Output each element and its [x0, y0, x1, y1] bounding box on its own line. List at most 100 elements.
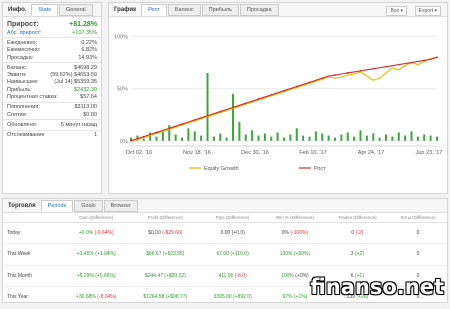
tab-profit[interactable]: Прибыль	[201, 3, 239, 16]
bar	[238, 122, 241, 141]
growth-point	[359, 69, 362, 72]
bar	[155, 136, 158, 141]
growth-point	[232, 106, 234, 109]
bar	[193, 131, 196, 141]
bar	[232, 93, 234, 141]
bar	[206, 72, 209, 141]
tab-drawdown[interactable]: Просадка	[239, 3, 279, 16]
x-tick-label: Jun 23, '17	[416, 150, 443, 156]
tab-stats[interactable]: Stats	[31, 3, 58, 16]
profit-row: Прибыль: $2432.39	[7, 86, 97, 93]
bar	[174, 134, 177, 141]
growth-point	[270, 93, 273, 96]
deposits-row: Пополнения: $3113.00	[7, 104, 97, 111]
updated-row: Обновлено: 5 минут назад	[7, 121, 97, 128]
growth-point	[206, 114, 209, 117]
growth-point	[346, 72, 349, 74]
bar	[378, 137, 381, 141]
bar	[346, 132, 349, 141]
info-tabbar: Инфо. Stats General	[3, 3, 101, 17]
tab-periods[interactable]: Periods	[40, 199, 74, 212]
export-dropdown[interactable]: Export ▾	[414, 6, 441, 16]
bar	[187, 128, 190, 141]
withdrawals-row: Снятия: $0.00	[7, 111, 97, 118]
bar	[181, 137, 183, 141]
chevron-down-icon: ▾	[434, 8, 437, 14]
growth-point	[372, 67, 375, 70]
tab-balance[interactable]: Баланс	[167, 3, 201, 16]
tab-growth[interactable]: Рост	[141, 3, 167, 16]
equity-growth-line	[130, 56, 438, 142]
x-tick-label: Nov 18, '16	[183, 150, 211, 156]
growth-line	[130, 56, 438, 142]
bar	[385, 134, 387, 141]
bar	[200, 135, 203, 141]
x-tick-label: Apr 24, '17	[358, 150, 384, 156]
growth-point	[385, 65, 387, 68]
bar	[359, 130, 362, 141]
bar	[149, 132, 152, 141]
y-tick-label: 100%	[114, 34, 128, 40]
table-row[interactable]: Today +0.0% (-0.64%) $0.00 (-$29.66) 0.0…	[3, 222, 447, 244]
table-row[interactable]: This Week +1.45% (+1.04%) $66.67 (+$23.9…	[3, 243, 447, 266]
bar	[212, 136, 215, 141]
growth-point	[155, 131, 158, 134]
growth-point	[295, 85, 298, 88]
bar	[365, 135, 368, 141]
growth-point	[283, 89, 285, 92]
bar	[372, 133, 375, 141]
highest-row: Наивысшее: (Jul 14) $5359.35	[7, 79, 97, 86]
bar	[416, 136, 419, 141]
daily-row: Ежедневно: 0.22%	[7, 39, 97, 46]
bar	[308, 136, 311, 141]
growth-point	[423, 59, 426, 62]
growth-point	[410, 61, 413, 64]
range-dropdown[interactable]: Всё ▾	[386, 6, 407, 16]
monthly-row: Ежемесячно: 6.82%	[7, 47, 97, 54]
growth-point	[257, 98, 260, 100]
trading-tabbar: Торговля Periods Goals Browser	[3, 199, 447, 213]
bar	[423, 134, 426, 141]
bar	[283, 137, 285, 141]
tab-general[interactable]: General	[59, 3, 93, 16]
tracking-row: Отслеживание 1	[7, 132, 97, 139]
bar	[321, 133, 324, 141]
growth-point	[181, 123, 183, 125]
x-tick-label: Feb 10, '17	[299, 150, 326, 156]
equity-row: Эквити: (99.62%) $4653.59	[7, 72, 97, 79]
trading-title: Торговля	[8, 202, 36, 209]
bar	[295, 128, 298, 141]
interest-row: Процентная ставка: $57.64	[7, 94, 97, 101]
bar	[429, 135, 432, 141]
bar	[244, 134, 247, 141]
bar	[327, 135, 330, 141]
bar	[397, 132, 400, 141]
bar	[391, 136, 394, 141]
growth-point	[334, 74, 336, 76]
growth-point	[168, 127, 171, 130]
gain-value: +81.28%	[69, 20, 97, 28]
legend-label: Equity Growth	[204, 166, 239, 172]
bar	[289, 134, 292, 141]
table-header: Gain (Difference) Profit (Difference) Pi…	[3, 213, 447, 223]
legend-label: Рост	[314, 166, 326, 172]
growth-point	[244, 102, 247, 105]
bar	[219, 133, 222, 141]
bar	[276, 132, 279, 141]
tab-browser[interactable]: Browser	[103, 199, 138, 212]
watermark: finanso.net	[310, 275, 444, 299]
growth-point	[142, 135, 145, 138]
bar	[251, 130, 254, 141]
bar	[404, 135, 407, 141]
x-tick-label: Dec 30, '16	[241, 150, 269, 156]
drawdown-row: Просадка: 14.93%	[7, 54, 97, 61]
growth-point	[397, 63, 400, 66]
y-tick-label: 0%	[120, 139, 128, 145]
info-panel: Инфо. Stats General Прирост: +81.28% Абс.…	[2, 2, 102, 194]
growth-point	[130, 139, 132, 142]
bar	[314, 131, 317, 141]
bar	[340, 134, 343, 141]
tab-goals[interactable]: Goals	[74, 199, 103, 212]
balance-row: Баланс: $4698.29	[7, 64, 97, 71]
chevron-down-icon: ▾	[400, 8, 403, 14]
